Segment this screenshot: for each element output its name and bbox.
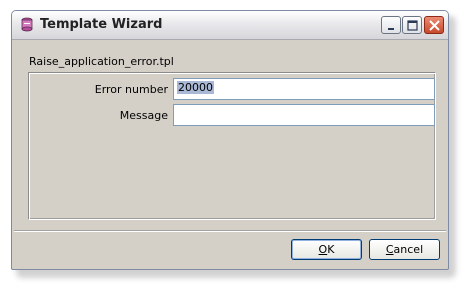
close-icon bbox=[429, 20, 440, 31]
message-input[interactable] bbox=[173, 104, 435, 126]
ok-label-rest: K bbox=[327, 243, 335, 256]
error-number-input[interactable]: 20000 bbox=[173, 78, 435, 100]
template-wizard-dialog: Template Wizard Raise_application_error.… bbox=[11, 10, 449, 270]
close-button[interactable] bbox=[424, 16, 444, 34]
minimize-button[interactable] bbox=[381, 16, 401, 34]
minimize-icon bbox=[388, 28, 394, 30]
ok-button[interactable]: OK bbox=[291, 239, 362, 260]
title-bar[interactable]: Template Wizard bbox=[12, 11, 448, 40]
app-icon bbox=[20, 17, 34, 32]
error-number-value: 20000 bbox=[177, 81, 214, 94]
error-number-label: Error number bbox=[94, 83, 168, 96]
message-label: Message bbox=[119, 109, 168, 122]
ok-accelerator: O bbox=[318, 243, 328, 256]
maximize-button[interactable] bbox=[402, 16, 422, 34]
cancel-accelerator: C bbox=[385, 243, 394, 256]
template-file-name: Raise_application_error.tpl bbox=[29, 55, 174, 68]
button-separator bbox=[14, 230, 446, 232]
cancel-button[interactable]: Cancel bbox=[369, 239, 440, 260]
window-title: Template Wizard bbox=[40, 17, 163, 32]
cancel-label-rest: ancel bbox=[393, 243, 424, 256]
maximize-icon bbox=[407, 20, 418, 31]
